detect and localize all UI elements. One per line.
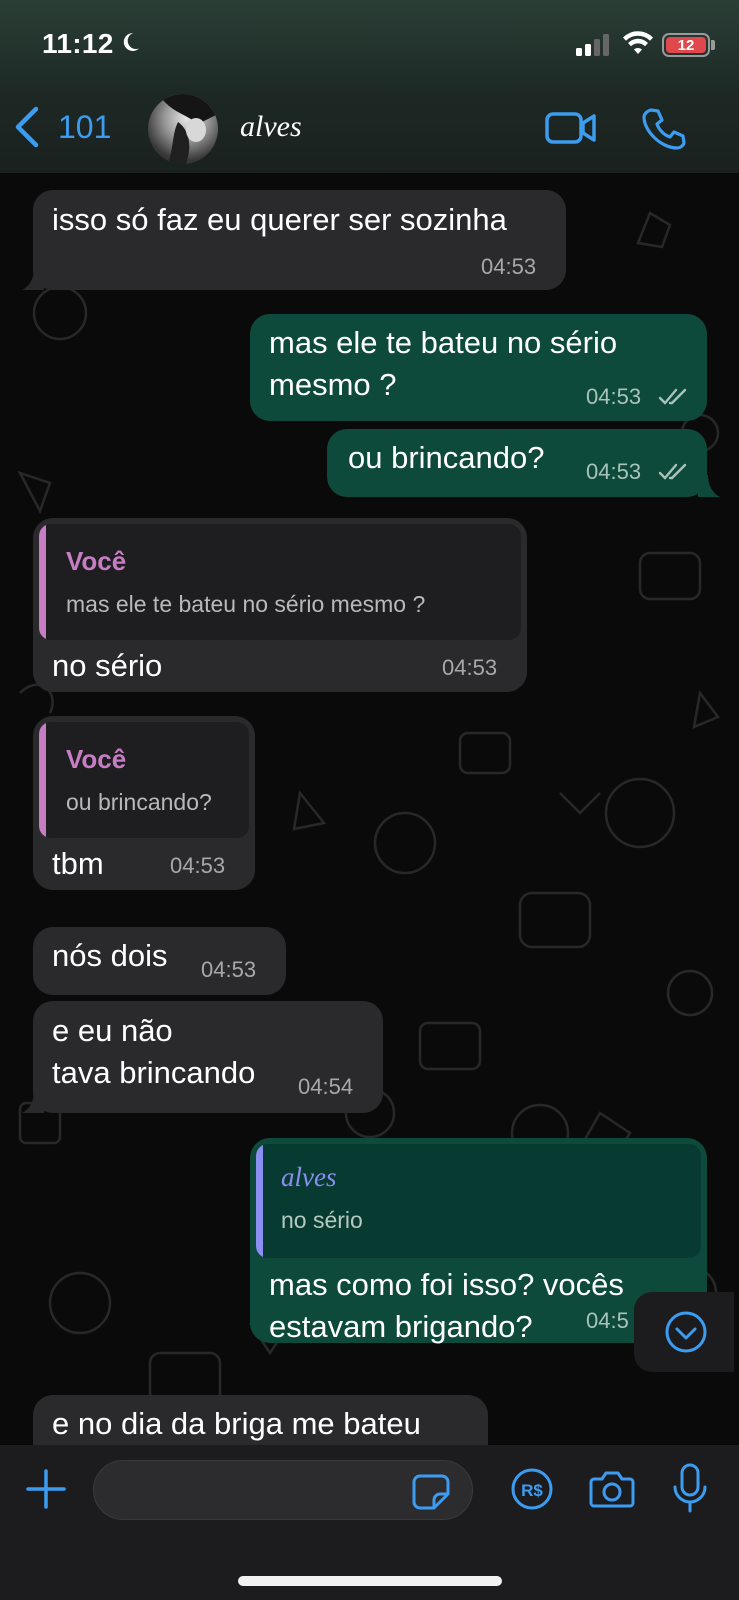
signal-icon — [576, 34, 609, 56]
battery-cap — [711, 40, 715, 50]
quote-text: no sério — [281, 1207, 363, 1233]
scroll-to-bottom-button[interactable] — [634, 1292, 734, 1372]
message-time: 04:53 — [586, 459, 642, 484]
reply-quote[interactable]: Você mas ele te bateu no sério mesmo ? — [39, 524, 521, 640]
message-time: 04:53 — [586, 384, 642, 409]
quote-author: alves — [281, 1162, 337, 1192]
message-text: isso só faz eu querer ser sozinha — [52, 202, 507, 237]
quote-bar — [39, 722, 46, 838]
battery-level: 12 — [666, 37, 706, 54]
message-time: 04:54 — [298, 1074, 354, 1099]
message-time: 04:53 — [170, 853, 226, 878]
message-time: 04:53 — [201, 957, 257, 982]
top-bar: 11:12 12 101 alves — [0, 0, 739, 173]
message-time: 04:53 — [481, 254, 537, 279]
unread-count: 101 — [58, 108, 112, 145]
avatar-photo — [158, 94, 218, 164]
message-bubble-outgoing[interactable]: mas ele te bateu no sério mesmo ? 04:53 — [250, 314, 707, 421]
message-bubble-incoming[interactable]: e no dia da briga me bateu — [33, 1395, 488, 1445]
read-receipt-icon — [658, 388, 687, 405]
bubble-tail — [22, 1091, 44, 1113]
message-text: ou brincando? — [348, 440, 545, 475]
wifi-icon — [623, 31, 653, 54]
quote-author: Você — [66, 744, 127, 774]
message-text: e eu não tava brincando — [52, 1013, 256, 1090]
back-button[interactable]: 101 — [14, 106, 111, 148]
quote-text: mas ele te bateu no sério mesmo ? — [66, 591, 426, 617]
status-bar: 11:12 12 — [0, 0, 739, 90]
message-bubble-outgoing[interactable]: ou brincando? 04:53 — [327, 429, 707, 497]
message-text: nós dois — [52, 938, 168, 973]
message-bubble-incoming[interactable]: Você ou brincando? tbm 04:53 — [33, 716, 255, 890]
message-bubble-incoming[interactable]: nós dois 04:53 — [33, 927, 286, 995]
chevron-down-circle-icon — [665, 1311, 707, 1353]
contact-name[interactable]: alves — [240, 110, 302, 144]
message-bubble-incoming[interactable]: Você mas ele te bateu no sério mesmo ? n… — [33, 518, 527, 692]
message-bubble-incoming[interactable]: e eu não tava brincando 04:54 — [33, 1001, 383, 1113]
bubble-tail — [698, 475, 720, 497]
chevron-left-icon — [15, 106, 39, 148]
status-time: 11:12 — [42, 28, 114, 59]
read-receipt-icon — [658, 463, 687, 480]
plus-icon[interactable] — [24, 1467, 68, 1511]
pix-label: R$ — [521, 1481, 543, 1500]
quote-text: ou brincando? — [66, 789, 212, 815]
quote-bar — [39, 524, 46, 640]
avatar[interactable] — [148, 94, 218, 164]
composer-bar: R$ — [0, 1445, 739, 1600]
home-indicator — [238, 1576, 502, 1586]
chat-area[interactable]: isso só faz eu querer ser sozinha 04:53 … — [0, 173, 739, 1445]
pix-payment-icon[interactable]: R$ — [510, 1467, 554, 1511]
quote-author: Você — [66, 546, 127, 576]
microphone-icon[interactable] — [672, 1463, 708, 1513]
message-time: 04:5 — [586, 1308, 629, 1333]
quote-bar — [256, 1144, 263, 1258]
message-time: 04:53 — [442, 655, 498, 680]
camera-icon[interactable] — [588, 1467, 636, 1511]
sticker-icon[interactable] — [412, 1474, 450, 1510]
bubble-tail — [22, 268, 44, 290]
message-input[interactable] — [114, 1461, 394, 1519]
message-text: mas como foi isso? vocês estavam brigand… — [269, 1267, 624, 1344]
reply-quote[interactable]: alves no sério — [256, 1144, 701, 1258]
battery-indicator: 12 — [662, 33, 710, 57]
reply-quote[interactable]: Você ou brincando? — [39, 722, 249, 838]
message-input-field[interactable] — [93, 1460, 473, 1520]
message-text: mas ele te bateu no sério mesmo ? — [269, 325, 618, 402]
phone-icon[interactable] — [642, 106, 686, 150]
message-text: tbm — [52, 846, 104, 881]
message-bubble-incoming[interactable]: isso só faz eu querer ser sozinha 04:53 — [33, 190, 566, 290]
message-text: e no dia da briga me bateu — [52, 1406, 421, 1441]
chat-header: 101 alves — [0, 88, 739, 173]
message-text: no sério — [52, 648, 163, 683]
moon-icon — [123, 32, 139, 51]
video-call-icon[interactable] — [545, 106, 597, 148]
